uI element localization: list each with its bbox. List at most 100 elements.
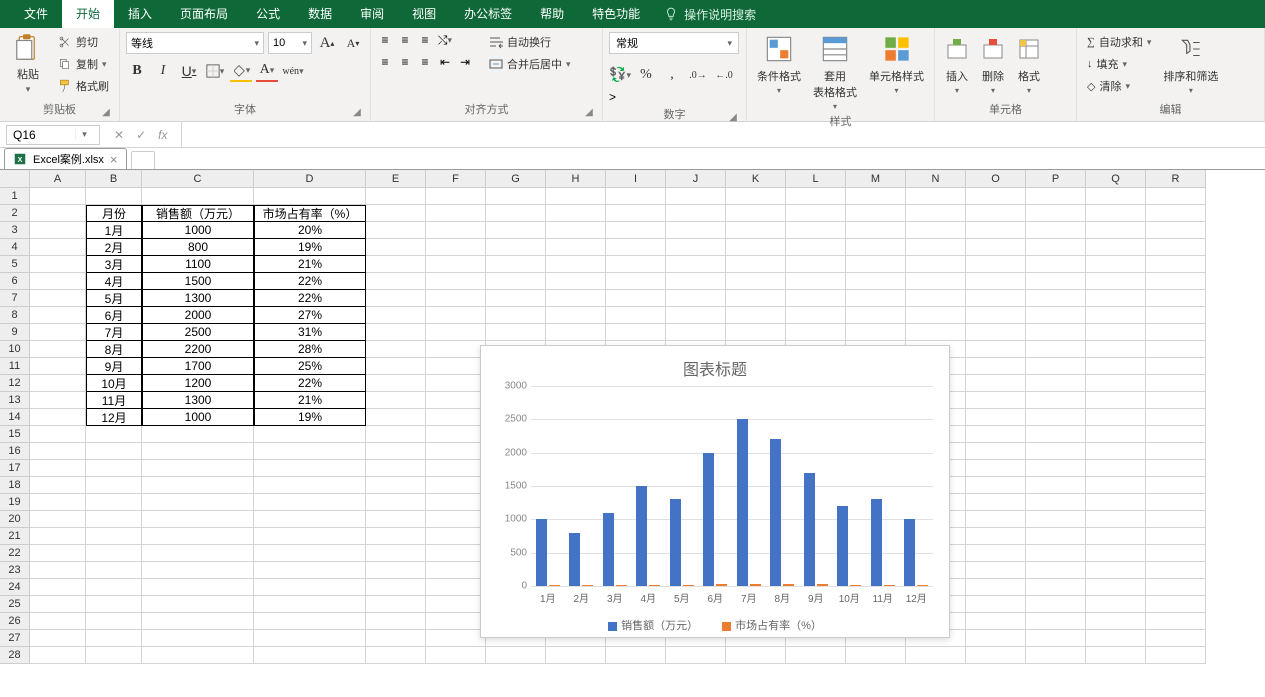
cell[interactable] <box>1146 528 1206 545</box>
row-header[interactable]: 10 <box>0 341 30 358</box>
increase-font-button[interactable]: A▴ <box>316 32 338 54</box>
row-header[interactable]: 22 <box>0 545 30 562</box>
column-header[interactable]: Q <box>1086 170 1146 188</box>
cell[interactable] <box>966 443 1026 460</box>
tab-insert[interactable]: 插入 <box>114 0 166 28</box>
cell[interactable] <box>366 375 426 392</box>
cell[interactable] <box>1026 426 1086 443</box>
cell[interactable] <box>142 188 254 205</box>
cell[interactable] <box>786 205 846 222</box>
tab-data[interactable]: 数据 <box>294 0 346 28</box>
row-header[interactable]: 28 <box>0 647 30 664</box>
cell[interactable] <box>726 647 786 664</box>
wrap-text-button[interactable]: 自动换行 <box>485 32 575 52</box>
align-left-button[interactable]: ≡ <box>377 54 393 70</box>
cell[interactable] <box>254 511 366 528</box>
cell[interactable] <box>426 256 486 273</box>
cell[interactable] <box>546 647 606 664</box>
cell[interactable] <box>606 222 666 239</box>
cell[interactable] <box>1026 324 1086 341</box>
font-name-combo[interactable]: 等线▾ <box>126 32 264 54</box>
row-header[interactable]: 18 <box>0 477 30 494</box>
increase-indent-button[interactable]: ⇥ <box>457 54 473 70</box>
cell[interactable] <box>1026 409 1086 426</box>
row-header[interactable]: 21 <box>0 528 30 545</box>
cell[interactable] <box>30 596 86 613</box>
cell[interactable] <box>666 239 726 256</box>
cell[interactable]: 1300 <box>142 392 254 409</box>
cell[interactable] <box>726 290 786 307</box>
cell[interactable] <box>846 647 906 664</box>
cell[interactable] <box>1146 494 1206 511</box>
row-header[interactable]: 26 <box>0 613 30 630</box>
cell[interactable] <box>1086 324 1146 341</box>
cell[interactable] <box>30 307 86 324</box>
cell[interactable] <box>1086 545 1146 562</box>
fx-icon[interactable]: fx <box>158 128 167 142</box>
chart-bar-group[interactable] <box>670 499 694 586</box>
cell[interactable] <box>1086 630 1146 647</box>
cell[interactable] <box>366 256 426 273</box>
name-box-input[interactable] <box>7 128 75 142</box>
cell[interactable]: 1200 <box>142 375 254 392</box>
align-right-button[interactable]: ≡ <box>417 54 433 70</box>
cell[interactable] <box>666 256 726 273</box>
cell[interactable] <box>1026 239 1086 256</box>
cell[interactable] <box>30 630 86 647</box>
cell[interactable] <box>1086 392 1146 409</box>
align-top-button[interactable]: ≡ <box>377 32 393 48</box>
cell[interactable] <box>1026 494 1086 511</box>
formula-input[interactable] <box>181 122 1265 147</box>
cell[interactable] <box>1086 205 1146 222</box>
cell[interactable]: 9月 <box>86 358 142 375</box>
cell[interactable] <box>606 307 666 324</box>
cell[interactable] <box>1146 613 1206 630</box>
cell[interactable] <box>786 188 846 205</box>
cell[interactable] <box>426 460 486 477</box>
cell[interactable] <box>1026 307 1086 324</box>
cell[interactable] <box>486 647 546 664</box>
cell[interactable] <box>426 290 486 307</box>
chart-bar-group[interactable] <box>569 533 593 586</box>
row-header[interactable]: 3 <box>0 222 30 239</box>
cell[interactable] <box>1146 205 1206 222</box>
cell[interactable] <box>726 239 786 256</box>
italic-button[interactable]: I <box>152 60 174 82</box>
cell[interactable] <box>1146 273 1206 290</box>
cell[interactable] <box>1086 443 1146 460</box>
cell[interactable] <box>486 273 546 290</box>
format-painter-button[interactable]: 格式刷 <box>54 76 113 96</box>
cell[interactable] <box>254 528 366 545</box>
cell[interactable]: 4月 <box>86 273 142 290</box>
cell[interactable] <box>1026 528 1086 545</box>
cell[interactable] <box>426 324 486 341</box>
cell[interactable] <box>142 562 254 579</box>
cell[interactable]: 2月 <box>86 239 142 256</box>
cell[interactable] <box>142 528 254 545</box>
row-header[interactable]: 5 <box>0 256 30 273</box>
cell[interactable] <box>30 205 86 222</box>
cell[interactable] <box>786 256 846 273</box>
cell[interactable] <box>1086 358 1146 375</box>
cell[interactable] <box>366 222 426 239</box>
font-size-combo[interactable]: 10▾ <box>268 32 312 54</box>
cell[interactable] <box>966 613 1026 630</box>
cell[interactable]: 2500 <box>142 324 254 341</box>
cell[interactable] <box>906 239 966 256</box>
cell[interactable] <box>966 545 1026 562</box>
column-header[interactable]: O <box>966 170 1026 188</box>
cell[interactable] <box>254 460 366 477</box>
cell[interactable] <box>30 647 86 664</box>
cell[interactable] <box>366 307 426 324</box>
row-header[interactable]: 15 <box>0 426 30 443</box>
cell[interactable] <box>366 392 426 409</box>
row-header[interactable]: 12 <box>0 375 30 392</box>
cell[interactable] <box>726 188 786 205</box>
tab-view[interactable]: 视图 <box>398 0 450 28</box>
cell[interactable] <box>30 426 86 443</box>
cell[interactable] <box>30 511 86 528</box>
cell[interactable]: 31% <box>254 324 366 341</box>
cell[interactable] <box>426 511 486 528</box>
cell[interactable] <box>254 477 366 494</box>
cell[interactable] <box>486 324 546 341</box>
